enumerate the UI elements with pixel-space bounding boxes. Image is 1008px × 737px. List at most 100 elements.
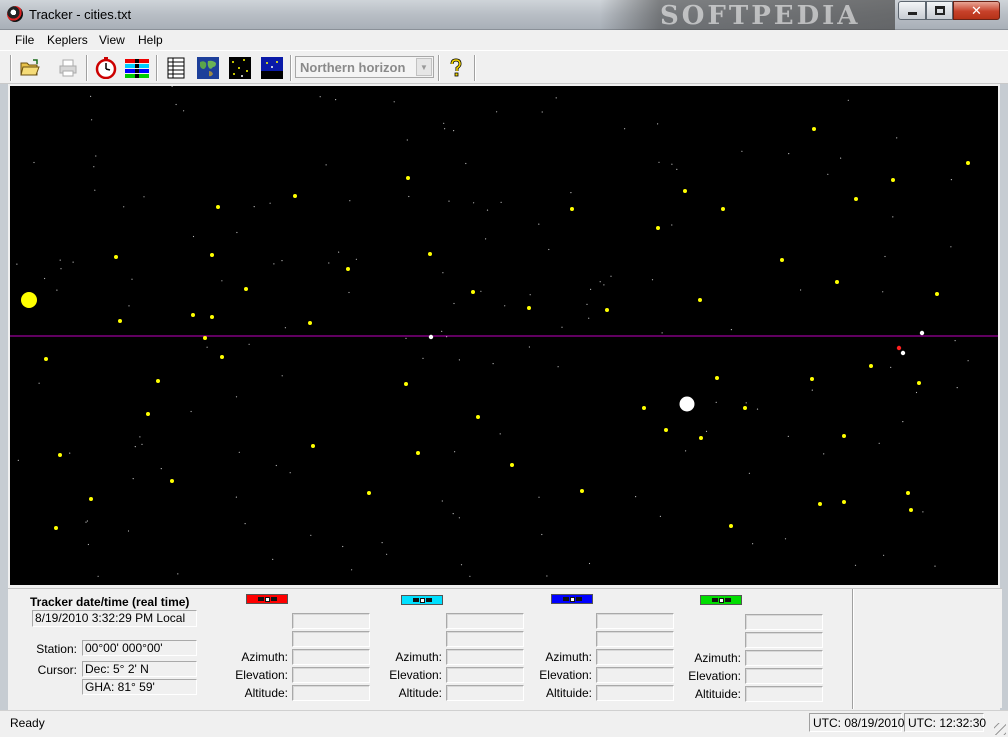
star	[406, 176, 410, 180]
faint-star	[599, 281, 601, 283]
star-view-button[interactable]	[228, 56, 252, 80]
tracker-blue-elevation-field	[596, 667, 674, 683]
print-button[interactable]	[56, 56, 80, 80]
star	[471, 290, 475, 294]
app-icon[interactable]	[7, 6, 23, 22]
star	[891, 178, 895, 182]
tracker-red-chip[interactable]	[246, 594, 288, 604]
status-bar: Ready UTC: 08/19/2010 UTC: 12:32:30	[0, 710, 1008, 737]
faint-star	[381, 542, 383, 544]
star	[715, 376, 719, 380]
map-view-button[interactable]	[196, 56, 220, 80]
star	[580, 489, 584, 493]
star	[664, 428, 668, 432]
menu-keplers[interactable]: Keplers	[47, 33, 88, 47]
table-view-button[interactable]	[164, 56, 188, 80]
faint-star	[473, 202, 475, 204]
faint-star	[840, 157, 842, 159]
faint-star	[94, 189, 96, 191]
tracker-blue-chip[interactable]	[551, 594, 593, 604]
horizon-select[interactable]: Northern horizon ▼	[295, 56, 434, 78]
faint-star	[60, 268, 62, 270]
faint-star	[349, 200, 351, 202]
tracker-cyan-info-field	[446, 631, 524, 647]
tracker-cyan-azimuth-field	[446, 649, 524, 665]
faint-star	[33, 161, 35, 164]
chevron-down-icon[interactable]: ▼	[416, 58, 432, 76]
faint-star	[351, 569, 353, 571]
star	[114, 255, 118, 259]
maximize-button[interactable]	[926, 1, 953, 20]
tracker-red-elevation-label: Elevation:	[235, 668, 288, 682]
faint-star	[160, 468, 162, 470]
menu-view[interactable]: View	[99, 33, 125, 47]
faint-star	[453, 302, 455, 305]
tracker-red-azimuth-label: Azimuth:	[241, 650, 288, 664]
faint-star	[444, 128, 446, 130]
star	[244, 287, 248, 291]
star	[146, 412, 150, 416]
star	[935, 292, 939, 296]
station-label: Station:	[36, 642, 77, 656]
tracker-blue-altitude-label: Altituide:	[545, 686, 592, 700]
star	[210, 315, 214, 319]
faint-star	[480, 290, 482, 292]
tracker-cyan-chip[interactable]	[401, 595, 443, 605]
faint-star	[348, 291, 350, 294]
faint-star	[878, 442, 880, 444]
star	[721, 207, 725, 211]
faint-star	[281, 375, 283, 377]
tracker-green-azimuth-label: Azimuth:	[694, 651, 741, 665]
star	[476, 415, 480, 419]
menu-help[interactable]: Help	[138, 33, 163, 47]
tracker-red-info-field	[292, 631, 370, 647]
faint-star	[492, 363, 494, 365]
trackers-button[interactable]	[125, 56, 149, 80]
help-button[interactable]	[444, 56, 468, 80]
star	[570, 207, 574, 211]
star	[404, 382, 408, 386]
object-on-horizon	[919, 330, 925, 336]
menu-file[interactable]: File	[15, 33, 34, 47]
tracker-green-altitude-label: Altituide:	[694, 687, 741, 701]
tracker-green-azimuth-field	[745, 650, 823, 666]
close-button[interactable]: ✕	[953, 1, 1000, 20]
tracker-green-chip[interactable]	[700, 595, 742, 605]
world-map-icon	[197, 57, 219, 79]
faint-star	[827, 173, 829, 175]
faint-star	[661, 332, 663, 334]
faint-star	[281, 260, 283, 262]
tracker-cyan-altitude-label: Altitude:	[398, 686, 442, 700]
color-bars-icon	[125, 59, 149, 78]
faint-star	[272, 558, 274, 560]
faint-star	[177, 573, 179, 575]
sky-chart[interactable]	[10, 86, 998, 585]
faint-star	[342, 545, 344, 548]
faint-star	[784, 538, 787, 540]
faint-star	[134, 446, 136, 448]
faint-star	[465, 162, 467, 165]
realtime-button[interactable]	[94, 56, 118, 80]
tracker-blue-azimuth-field	[596, 649, 674, 665]
tracker-red-name-field	[292, 613, 370, 629]
sky-view-button[interactable]	[260, 56, 284, 80]
star	[810, 377, 814, 381]
star	[966, 161, 970, 165]
faint-star	[458, 359, 460, 361]
title-bar: Tracker - cities.txt SOFTPEDIA ✕	[0, 0, 1008, 31]
faint-star	[884, 255, 886, 258]
sky-view[interactable]	[10, 86, 998, 585]
star	[842, 500, 846, 504]
resize-grip[interactable]	[994, 723, 1006, 735]
faint-star	[603, 284, 605, 286]
faint-star	[85, 521, 87, 523]
star	[293, 194, 297, 198]
faint-star	[896, 137, 898, 139]
tracker-green-elevation-field	[745, 668, 823, 684]
minimize-button[interactable]	[898, 1, 926, 20]
star	[698, 298, 702, 302]
open-button[interactable]	[18, 56, 42, 80]
tracker-cyan-name-field	[446, 613, 524, 629]
faint-star	[610, 275, 612, 277]
faint-star	[730, 329, 733, 331]
